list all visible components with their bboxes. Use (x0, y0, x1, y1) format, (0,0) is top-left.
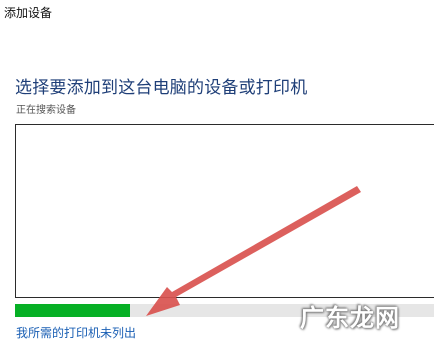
page-heading: 选择要添加到这台电脑的设备或打印机 (15, 78, 308, 98)
printer-not-listed-link[interactable]: 我所需的打印机未列出 (16, 324, 136, 341)
window-title: 添加设备 (4, 6, 53, 20)
search-status-text: 正在搜索设备 (16, 105, 76, 116)
search-progress-bar (15, 304, 434, 317)
search-progress-fill (15, 304, 130, 317)
device-list[interactable] (15, 124, 434, 298)
